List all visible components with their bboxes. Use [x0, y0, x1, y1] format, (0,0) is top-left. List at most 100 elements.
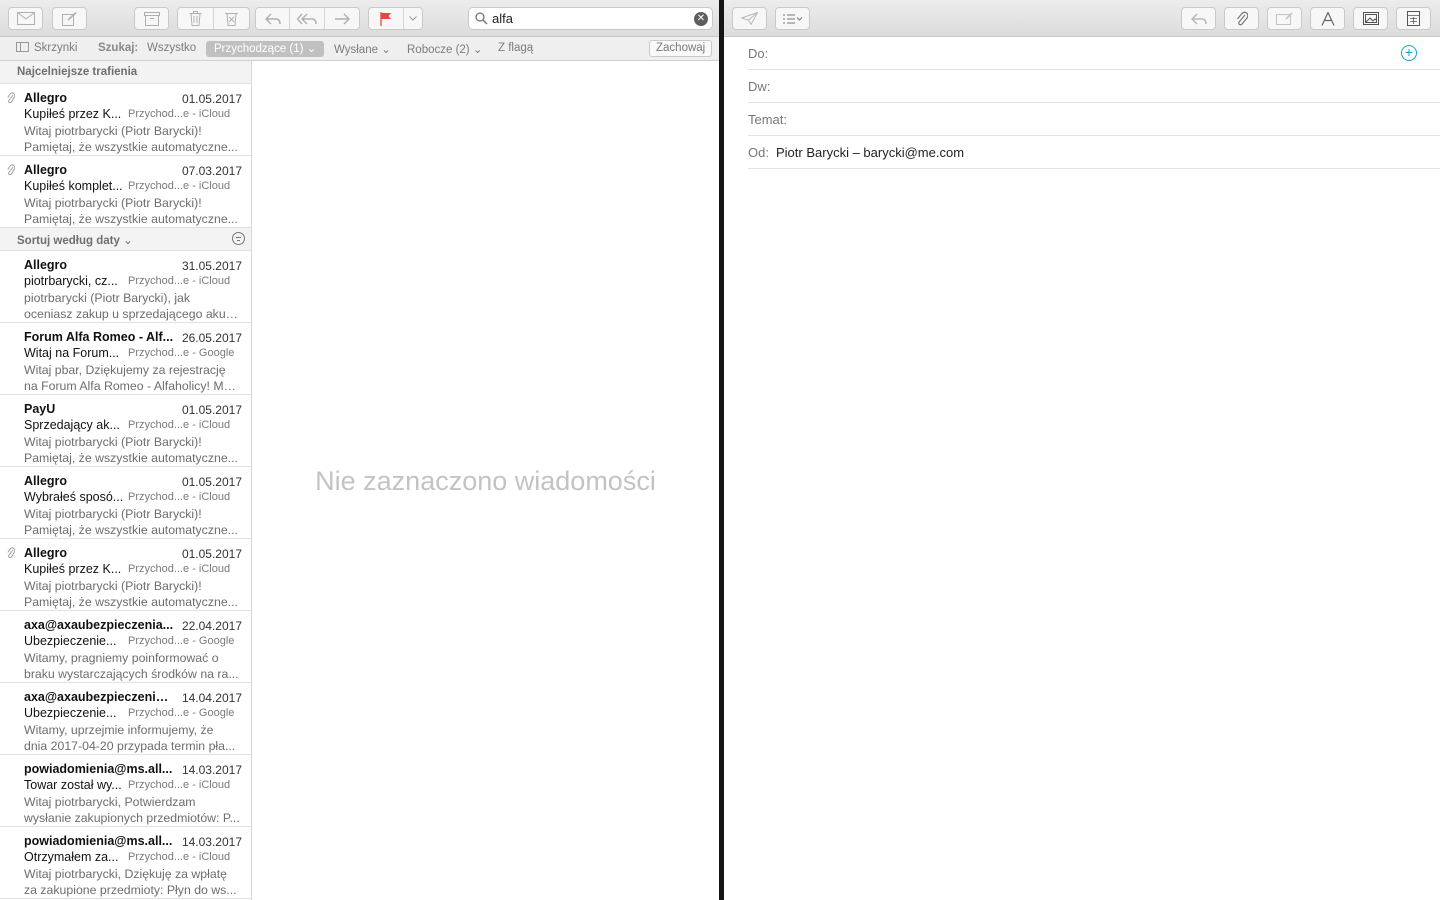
flag-menu-button[interactable]	[404, 8, 422, 29]
subject-label: Temat:	[748, 112, 788, 127]
message-preview: Witaj piotrbarycki (Piotr Barycki)! Pamię…	[24, 123, 240, 155]
message-date: 01.05.2017	[181, 475, 242, 489]
message-date: 14.04.2017	[181, 691, 242, 705]
message-mailbox: Przychod...e - iCloud	[128, 108, 231, 120]
reply-button[interactable]	[1181, 7, 1216, 30]
message-preview: Witaj piotrbarycki (Piotr Barycki)! Pamię…	[24, 578, 240, 610]
paperclip-icon	[1236, 11, 1248, 25]
from-field[interactable]: Od: Piotr Barycki – barycki@me.com	[748, 136, 1440, 169]
forward-button[interactable]	[325, 8, 359, 29]
message-sender: axa@axaubezpieczenia...	[24, 618, 174, 632]
message-row[interactable]: axa@axaubezpieczenia... 22.04.2017 Ubezpie…	[0, 611, 251, 683]
junk-button[interactable]	[214, 8, 250, 29]
message-mailbox: Przychod...e - iCloud	[128, 491, 231, 503]
message-sender: powiadomienia@ms.all...	[24, 762, 173, 776]
search-input[interactable]	[492, 10, 682, 27]
top-hits-list: Allegro 01.05.2017 Kupiłeś przez K... Przyc…	[0, 84, 251, 228]
message-preview-line: za zakupione przedmioty: Płyn do ws...	[24, 883, 237, 897]
cc-label: Dw:	[748, 79, 771, 94]
filter-icon[interactable]	[232, 232, 245, 245]
message-date: 14.03.2017	[181, 763, 242, 777]
mail-icon	[16, 12, 35, 25]
message-row[interactable]: powiadomienia@ms.all... 14.03.2017 Otrzyma…	[0, 827, 251, 899]
add-contact-icon[interactable]: +	[1401, 45, 1417, 61]
message-sender: Allegro	[24, 546, 68, 560]
reply-all-button[interactable]	[290, 8, 325, 29]
stationery-button[interactable]	[1396, 7, 1431, 30]
junk-icon	[224, 13, 238, 26]
photo-browser-button[interactable]	[1353, 7, 1388, 30]
message-preview-line: Witaj piotrbarycki (Piotr Barycki)!	[24, 196, 202, 210]
message-preview-line: Witamy, pragniemy poinformować o	[24, 651, 219, 665]
clear-search-icon[interactable]: ✕	[694, 12, 708, 26]
message-sender: Allegro	[24, 163, 68, 177]
search-scope-bar: Skrzynki Szukaj: Wszystko Przychodzące (…	[0, 37, 719, 61]
from-value[interactable]: Piotr Barycki – barycki@me.com	[776, 145, 964, 160]
scope-sent[interactable]: Wysłane ⌄	[334, 42, 391, 56]
message-mailbox: Przychod...e - iCloud	[128, 779, 231, 791]
trash-icon	[189, 11, 202, 26]
reply-icon	[264, 12, 281, 25]
message-sender: Allegro	[24, 474, 68, 488]
message-preview: Witamy, uprzejmie informujemy, że dnia 20…	[24, 722, 240, 754]
to-label: Do:	[748, 46, 769, 61]
scope-inbox[interactable]: Przychodzące (1) ⌄	[206, 41, 325, 57]
chevron-down-icon: ⌄	[306, 43, 317, 55]
to-field[interactable]: Do: +	[748, 37, 1440, 70]
header-fields-button[interactable]	[775, 7, 810, 30]
reply-button[interactable]	[256, 8, 291, 29]
photo-icon	[1362, 12, 1379, 25]
scope-drafts[interactable]: Robocze (2) ⌄	[407, 42, 482, 56]
mailboxes-toggle[interactable]: Skrzynki	[16, 42, 77, 54]
message-row[interactable]: Allegro 31.05.2017 piotrbarycki, cz... Przy…	[0, 251, 251, 323]
archive-button[interactable]	[134, 7, 169, 30]
sort-label[interactable]: Sortuj według daty	[17, 235, 120, 247]
message-row[interactable]: Allegro 01.05.2017 Kupiłeś przez K... Przyc…	[0, 84, 251, 156]
list-icon	[782, 14, 802, 23]
message-row[interactable]: Allegro 07.03.2017 Kupiłeś komplet... Przyc…	[0, 156, 251, 228]
format-button[interactable]	[1310, 7, 1345, 30]
sort-header[interactable]: Sortuj według daty ⌄	[0, 228, 251, 251]
scope-all[interactable]: Wszystko	[147, 42, 196, 54]
message-mailbox: Przychod...e - iCloud	[128, 563, 231, 575]
message-row[interactable]: PayU 01.05.2017 Sprzedający ak... Przychod.…	[0, 395, 251, 467]
chevron-down-icon: ⌄	[123, 235, 133, 247]
search-field[interactable]: ✕	[468, 7, 713, 30]
message-date: 07.03.2017	[181, 164, 242, 178]
reply-group	[255, 7, 360, 30]
message-row[interactable]: powiadomienia@ms.all... 14.03.2017 Towar z…	[0, 755, 251, 827]
message-subject: Ubezpieczenie...	[24, 706, 117, 720]
scope-flagged[interactable]: Z flagą	[498, 42, 533, 54]
paperclip-icon	[7, 92, 16, 107]
compose-window: Do: + Dw: Temat: Od: Piotr Barycki – bar…	[724, 0, 1440, 900]
compose-button[interactable]	[52, 7, 87, 30]
paperclip-icon	[7, 164, 16, 179]
message-sender: powiadomienia@ms.all...	[24, 834, 173, 848]
message-preview-line: dnia 2017-04-20 przypada termin pła...	[24, 739, 236, 753]
mail-toolbar: ✕	[0, 0, 719, 37]
message-date: 14.03.2017	[181, 835, 242, 849]
message-row[interactable]: Allegro 01.05.2017 Kupiłeś przez K... Przyc…	[0, 539, 251, 611]
delete-button[interactable]	[178, 8, 214, 29]
message-preview-line: Pamiętaj, że wszystkie automatyczne...	[24, 212, 238, 226]
cc-field[interactable]: Dw:	[748, 70, 1440, 103]
get-mail-button[interactable]	[8, 7, 43, 30]
message-subject: Ubezpieczenie...	[24, 634, 117, 648]
flag-button[interactable]	[369, 8, 404, 29]
send-icon	[741, 12, 758, 25]
message-mailbox: Przychod...e - iCloud	[128, 180, 231, 192]
message-date: 01.05.2017	[181, 92, 242, 106]
message-preview-line: Witaj piotrbarycki (Piotr Barycki)!	[24, 507, 202, 521]
message-subject: Witaj na Forum...	[24, 346, 120, 360]
message-preview: Witaj piotrbarycki (Piotr Barycki)! Pamię…	[24, 434, 240, 466]
archive-icon	[143, 11, 160, 26]
message-row[interactable]: Forum Alfa Romeo - Alf... 26.05.2017 Witaj…	[0, 323, 251, 395]
message-row[interactable]: axa@axaubezpieczenia.... 14.04.2017 Ubezpi…	[0, 683, 251, 755]
message-preview-line: wysłanie zakupionych przedmiotów: P...	[24, 811, 240, 825]
attach-button[interactable]	[1224, 7, 1259, 30]
send-button[interactable]	[732, 7, 767, 30]
subject-field[interactable]: Temat:	[748, 103, 1440, 136]
save-search-button[interactable]: Zachowaj	[649, 40, 713, 57]
markup-button[interactable]	[1267, 7, 1302, 30]
message-row[interactable]: Allegro 01.05.2017 Wybrałeś sposó... Przych…	[0, 467, 251, 539]
